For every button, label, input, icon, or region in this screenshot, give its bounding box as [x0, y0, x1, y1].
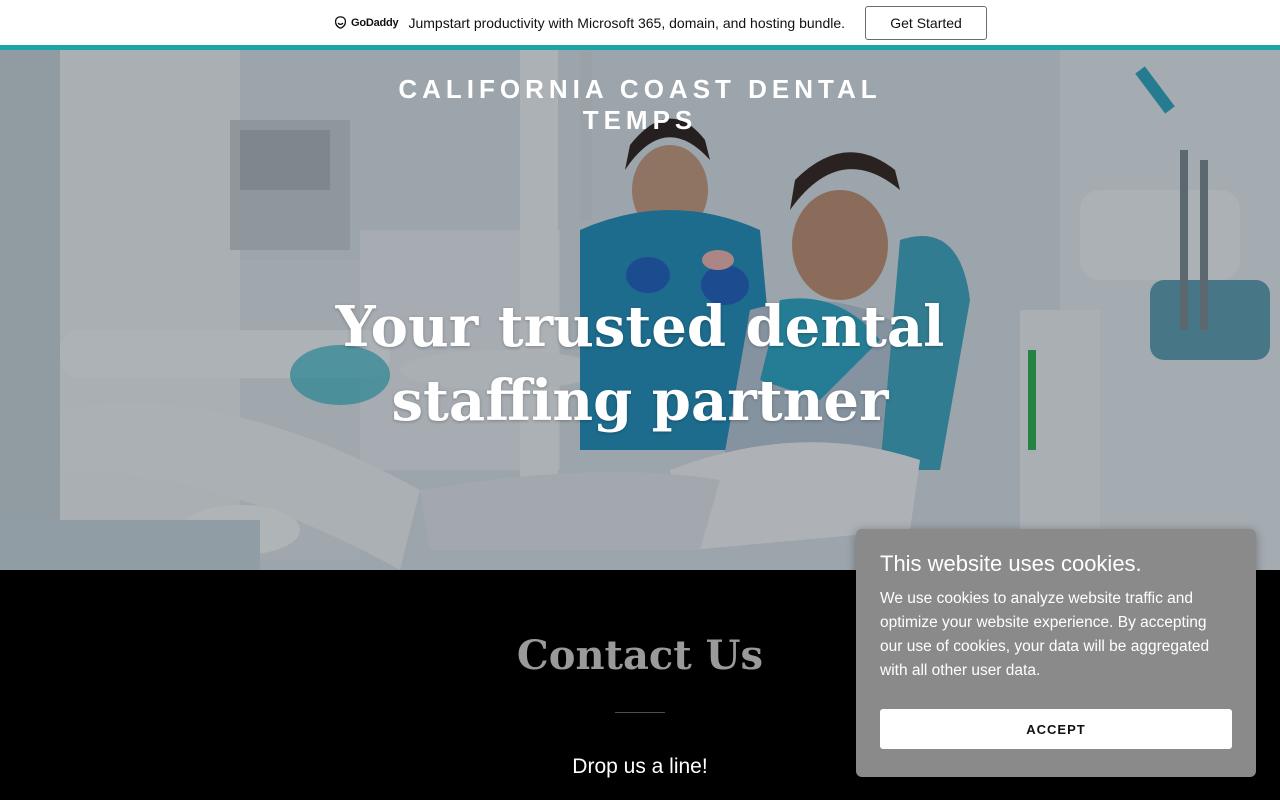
accept-cookies-button[interactable]: ACCEPT — [880, 709, 1232, 749]
promo-message: Jumpstart productivity with Microsoft 36… — [408, 14, 846, 31]
hero-headline: Your trusted dental staffing partner — [335, 294, 945, 434]
promo-content: GoDaddy Jumpstart productivity with Micr… — [333, 5, 988, 40]
get-started-button[interactable]: Get Started — [865, 5, 988, 40]
cookie-banner: This website uses cookies. We use cookie… — [856, 529, 1256, 777]
godaddy-logo-text: GoDaddy — [350, 16, 399, 29]
cookie-message: We use cookies to analyze website traffi… — [880, 590, 1210, 679]
hero-section: CALIFORNIA COAST DENTAL TEMPS Your trust… — [0, 50, 1280, 570]
godaddy-logo[interactable]: GoDaddy — [333, 15, 399, 30]
cookie-title: This website uses cookies. — [880, 551, 1142, 576]
site-brand[interactable]: CALIFORNIA COAST DENTAL TEMPS — [380, 74, 900, 136]
promo-bar: GoDaddy Jumpstart productivity with Micr… — [0, 0, 1280, 45]
contact-divider — [615, 712, 665, 713]
godaddy-icon — [334, 16, 347, 29]
